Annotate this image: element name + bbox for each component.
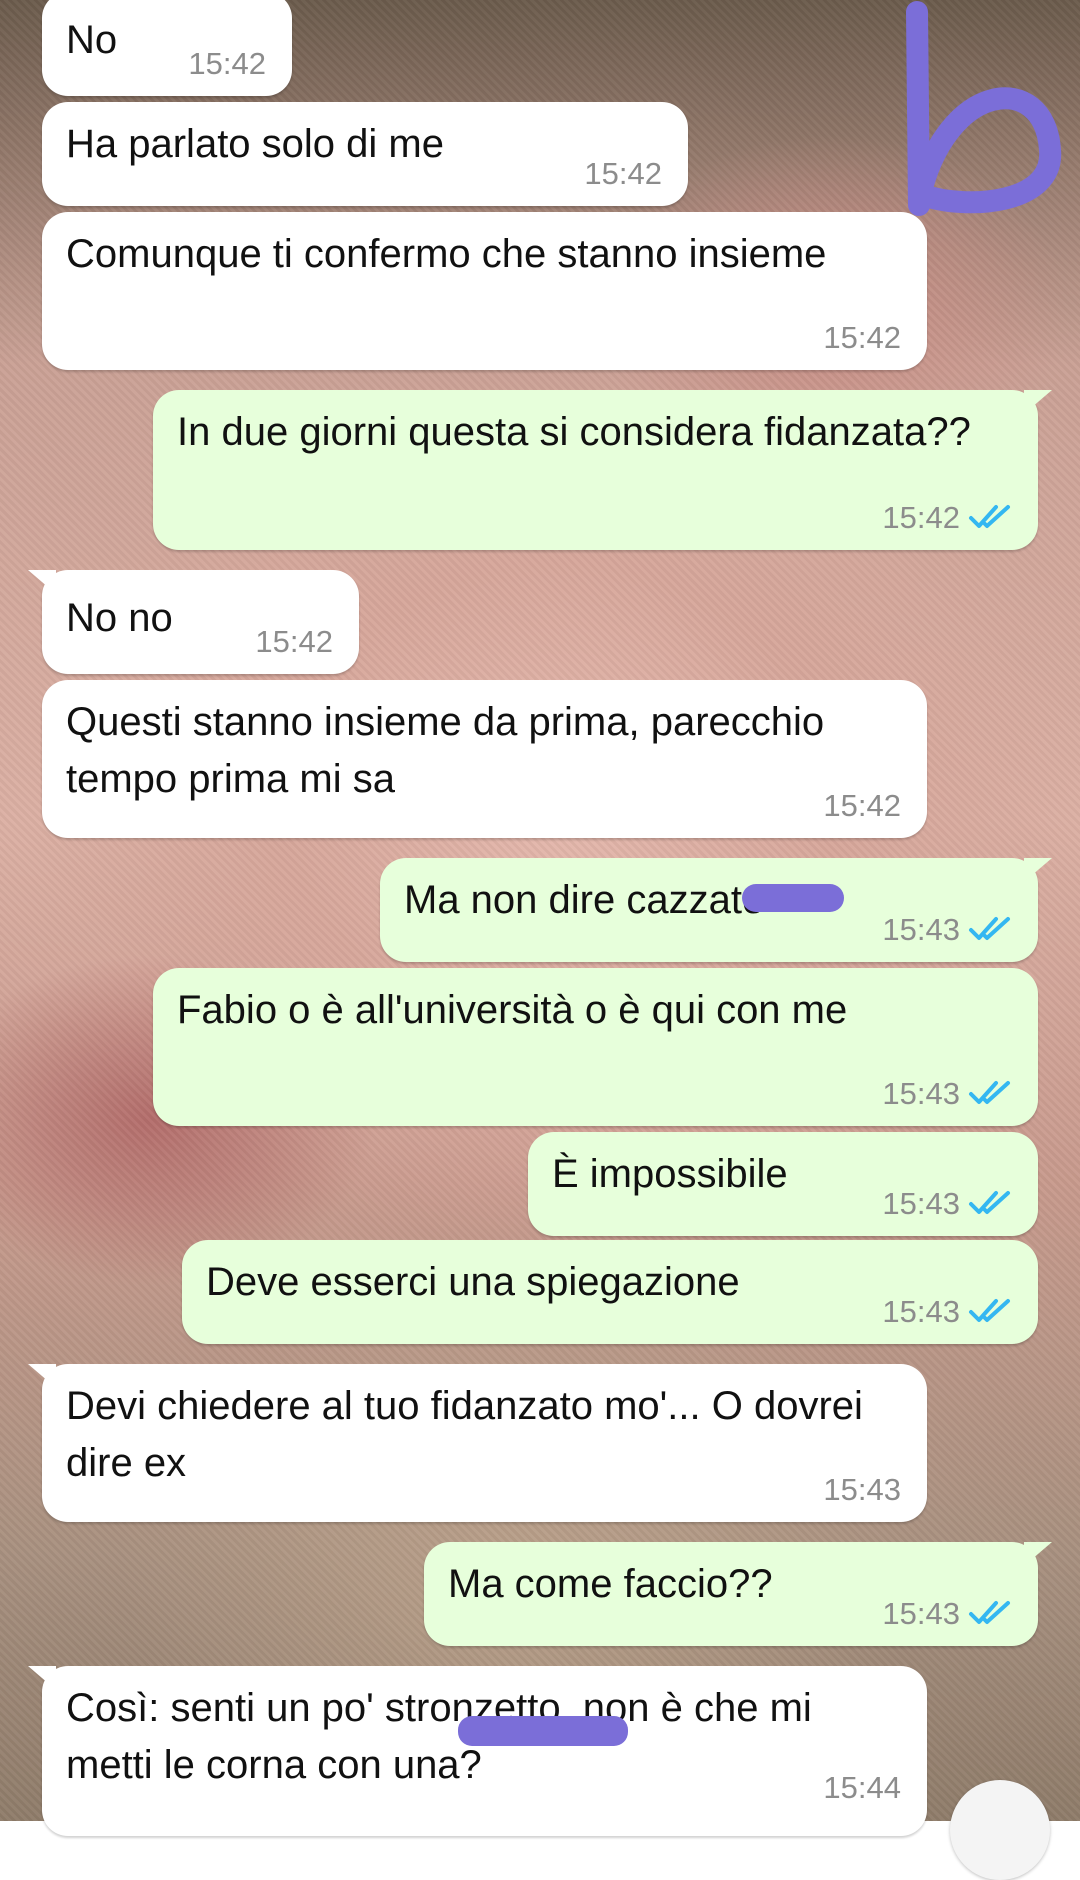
message-text: In due giorni questa si considera fidanz…: [177, 410, 971, 454]
read-receipt-icon: [969, 1299, 1010, 1322]
message-bubble-incoming[interactable]: Così: senti un po' stronzetto, non è che…: [28, 1666, 927, 1836]
message-time: 15:44: [823, 1770, 901, 1805]
read-receipt-icon: [969, 1191, 1010, 1214]
message-bubble-outgoing[interactable]: In due giorni questa si considera fidanz…: [153, 390, 1052, 550]
message-bubble-incoming[interactable]: No no 15:42: [28, 570, 359, 674]
message-text: Fabio o è all'università o è qui con me: [177, 988, 848, 1032]
read-receipt-icon: [969, 1081, 1010, 1104]
message-bubble-outgoing[interactable]: Deve esserci una spiegazione 15:43: [182, 1240, 1038, 1344]
message-time: 15:43: [882, 1596, 960, 1631]
message-bubble-outgoing[interactable]: È impossibile 15:43: [528, 1132, 1038, 1236]
message-time: 15:42: [188, 46, 266, 81]
message-text: Comunque ti confermo che stanno insieme: [66, 232, 827, 276]
message-time: 15:42: [255, 624, 333, 659]
message-text: Devi chiedere al tuo fidanzato mo'... O …: [66, 1384, 863, 1485]
scroll-to-bottom-button[interactable]: [950, 1780, 1050, 1880]
message-time: 15:42: [823, 788, 901, 823]
message-bubble-incoming[interactable]: Questi stanno insieme da prima, parecchi…: [42, 680, 927, 838]
message-text: Questi stanno insieme da prima, parecchi…: [66, 700, 825, 801]
message-bubble-incoming[interactable]: Devi chiedere al tuo fidanzato mo'... O …: [28, 1364, 927, 1522]
message-time: 15:43: [823, 1472, 901, 1507]
message-time: 15:42: [882, 500, 960, 535]
read-receipt-icon: [969, 1601, 1010, 1624]
message-bubble-incoming[interactable]: Comunque ti confermo che stanno insieme …: [42, 212, 927, 370]
message-time: 15:43: [882, 1294, 960, 1329]
read-receipt-icon: [969, 917, 1010, 940]
message-time: 15:43: [882, 1076, 960, 1111]
message-text: Ha parlato solo di me: [66, 122, 444, 166]
message-time: 15:42: [823, 320, 901, 355]
message-bubble-outgoing[interactable]: Ma come faccio?? 15:43: [424, 1542, 1052, 1646]
handwritten-annotation: [906, 1, 1062, 216]
message-time: 15:43: [882, 1186, 960, 1221]
message-bubble-outgoing[interactable]: Ma non dire cazzate 15:43: [380, 858, 1052, 962]
censor-mark: [458, 1716, 628, 1746]
message-bubble-incoming[interactable]: Ha parlato solo di me 15:42: [42, 102, 688, 206]
message-time: 15:43: [882, 912, 960, 947]
censor-mark: [742, 884, 844, 912]
message-bubble-incoming[interactable]: No 15:42: [42, 0, 292, 96]
message-time: 15:42: [584, 156, 662, 191]
read-receipt-icon: [969, 505, 1010, 528]
message-bubble-outgoing[interactable]: Fabio o è all'università o è qui con me …: [153, 968, 1038, 1126]
